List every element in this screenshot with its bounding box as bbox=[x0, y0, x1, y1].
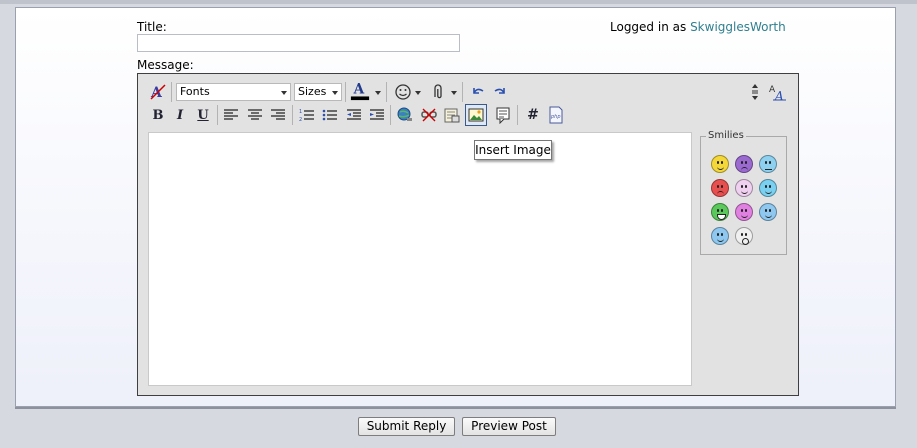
svg-text:php: php bbox=[550, 114, 561, 120]
purple-grin-icon[interactable] bbox=[735, 203, 753, 221]
angry-icon[interactable] bbox=[711, 179, 729, 197]
align-left-icon[interactable] bbox=[221, 105, 241, 125]
preview-post-button[interactable]: Preview Post bbox=[462, 417, 556, 436]
align-right-icon[interactable] bbox=[268, 105, 288, 125]
message-label: Message: bbox=[137, 58, 194, 72]
indent-icon[interactable] bbox=[367, 105, 387, 125]
toolbar-separator bbox=[517, 105, 518, 125]
toolbar-separator bbox=[462, 82, 463, 102]
attachment-icon[interactable] bbox=[428, 82, 448, 102]
smilies-legend: Smilies bbox=[706, 130, 746, 141]
sizes-select[interactable]: Sizes bbox=[294, 83, 342, 101]
unordered-list-icon[interactable] bbox=[320, 105, 340, 125]
remove-format-icon[interactable]: A bbox=[148, 82, 168, 102]
title-input[interactable] bbox=[137, 34, 460, 52]
toolbar-separator bbox=[171, 82, 172, 102]
switch-mode-icon[interactable]: AA bbox=[767, 82, 787, 102]
top-bar bbox=[0, 0, 917, 4]
code-icon[interactable]: # bbox=[523, 105, 543, 125]
title-label: Title: bbox=[137, 20, 167, 34]
purple-frown-icon[interactable] bbox=[735, 155, 753, 173]
align-center-icon[interactable] bbox=[245, 105, 265, 125]
svg-text:1: 1 bbox=[299, 109, 302, 115]
confused-icon[interactable] bbox=[759, 155, 777, 173]
toolbar-separator bbox=[345, 82, 346, 102]
undo-icon[interactable] bbox=[468, 82, 488, 102]
toolbar-separator bbox=[386, 82, 387, 102]
attachment-dropdown-icon[interactable] bbox=[451, 91, 457, 95]
text-color-icon[interactable]: A bbox=[350, 81, 370, 101]
login-prefix: Logged in as bbox=[610, 20, 687, 34]
smiley-icon[interactable] bbox=[393, 82, 413, 102]
redo-icon[interactable] bbox=[490, 82, 510, 102]
insert-image-tooltip: Insert Image bbox=[474, 140, 552, 160]
insert-image-icon[interactable] bbox=[465, 104, 487, 126]
grin-icon[interactable] bbox=[711, 203, 729, 221]
insert-link-icon[interactable] bbox=[395, 105, 415, 125]
ordered-list-icon[interactable]: 12 bbox=[297, 105, 317, 125]
outdent-icon[interactable] bbox=[344, 105, 364, 125]
username-link[interactable]: SkwigglesWorth bbox=[690, 20, 786, 34]
rolleyes-icon[interactable] bbox=[759, 203, 777, 221]
smiley-dropdown-icon[interactable] bbox=[415, 91, 421, 95]
fonts-select-label: Fonts bbox=[180, 85, 210, 98]
italic-icon[interactable]: I bbox=[170, 105, 190, 125]
message-textarea[interactable] bbox=[148, 132, 692, 386]
insert-email-icon[interactable] bbox=[442, 105, 462, 125]
login-status: Logged in as SkwigglesWorth bbox=[610, 20, 786, 34]
bold-icon[interactable]: B bbox=[148, 105, 168, 125]
php-icon[interactable]: php bbox=[546, 105, 566, 125]
chevron-down-icon bbox=[332, 91, 338, 95]
panel-divider bbox=[15, 407, 896, 409]
fonts-select[interactable]: Fonts bbox=[176, 83, 291, 101]
wink-icon[interactable] bbox=[759, 179, 777, 197]
shocked-icon[interactable] bbox=[735, 227, 753, 245]
quote-icon[interactable] bbox=[493, 105, 513, 125]
svg-text:2: 2 bbox=[299, 117, 302, 122]
toolbar-separator bbox=[292, 105, 293, 125]
toolbar-separator bbox=[390, 105, 391, 125]
cool-icon[interactable] bbox=[711, 227, 729, 245]
remove-link-icon[interactable] bbox=[419, 105, 439, 125]
chevron-down-icon bbox=[281, 91, 287, 95]
resize-arrows-icon[interactable] bbox=[745, 82, 765, 102]
submit-reply-button[interactable]: Submit Reply bbox=[358, 417, 455, 436]
smile-icon[interactable] bbox=[711, 155, 729, 173]
text-color-dropdown-icon[interactable] bbox=[375, 91, 381, 95]
underline-icon[interactable]: U bbox=[193, 105, 213, 125]
tongue-icon[interactable] bbox=[735, 179, 753, 197]
toolbar-separator bbox=[217, 105, 218, 125]
svg-text:A: A bbox=[353, 82, 365, 98]
sizes-select-label: Sizes bbox=[298, 85, 327, 98]
